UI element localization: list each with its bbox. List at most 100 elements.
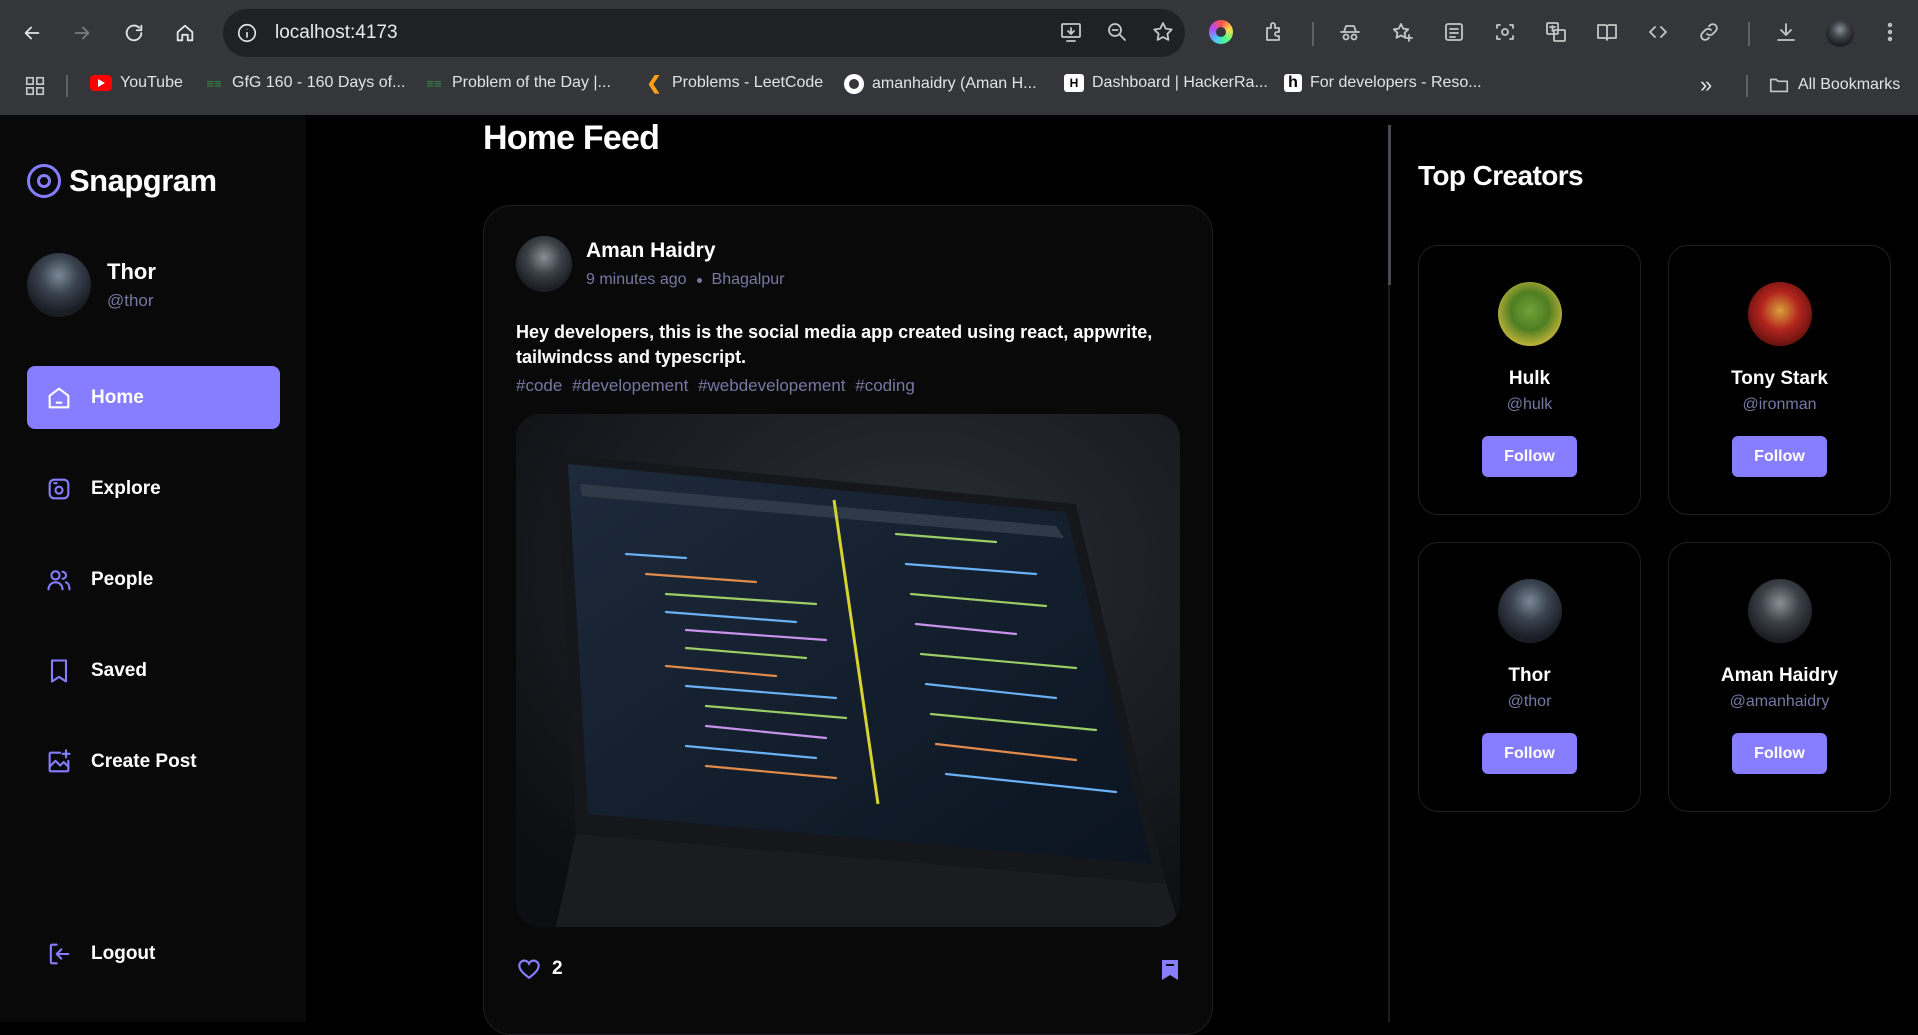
star-icon[interactable] bbox=[1151, 20, 1177, 46]
creator-card-hulk[interactable]: Hulk @hulk Follow bbox=[1418, 245, 1641, 515]
code-icon[interactable] bbox=[1646, 20, 1672, 46]
creator-name: Hulk bbox=[1508, 368, 1551, 389]
sidebar-item-label: Saved bbox=[91, 659, 147, 681]
apps-grid-icon[interactable] bbox=[24, 75, 46, 97]
creator-card-tony-stark[interactable]: Tony Stark @ironman Follow bbox=[1668, 245, 1891, 515]
page-title: Home Feed bbox=[483, 119, 660, 157]
link-icon[interactable] bbox=[1697, 20, 1723, 46]
left-sidebar: Snapgram Thor @thor Home Explore People … bbox=[0, 115, 306, 1022]
author-avatar[interactable] bbox=[516, 236, 572, 292]
browser-profile-avatar[interactable] bbox=[1826, 19, 1854, 47]
color-picker-extension-icon[interactable] bbox=[1209, 20, 1235, 46]
screenshot-icon[interactable] bbox=[1493, 20, 1519, 46]
bookmark-gfg-160[interactable]: ≡≡ GfG 160 - 160 Days of... bbox=[204, 74, 405, 92]
avatar bbox=[27, 253, 91, 317]
creator-card-aman-haidry[interactable]: Aman Haidry @amanhaidry Follow bbox=[1668, 542, 1891, 812]
forward-button[interactable] bbox=[62, 13, 102, 53]
gfg-icon: ≡≡ bbox=[206, 75, 222, 91]
hashtag[interactable]: #developement bbox=[572, 376, 688, 395]
logout-button[interactable]: Logout bbox=[27, 922, 280, 985]
arrow-right-icon bbox=[74, 26, 90, 40]
sidebar-item-create-post[interactable]: Create Post bbox=[27, 730, 280, 793]
bookmark-icon bbox=[50, 658, 68, 683]
translate-icon[interactable] bbox=[1544, 20, 1570, 46]
creator-card-thor[interactable]: Thor @thor Follow bbox=[1418, 542, 1641, 812]
toolbar-separator bbox=[1748, 22, 1750, 46]
sidebar-item-label: Home bbox=[91, 386, 144, 408]
avatar bbox=[1748, 282, 1812, 346]
user-profile-link[interactable]: Thor @thor bbox=[27, 253, 156, 317]
site-info-icon[interactable] bbox=[233, 19, 261, 47]
logout-label: Logout bbox=[91, 942, 156, 964]
address-bar[interactable]: localhost:4173 bbox=[223, 9, 1185, 57]
download-icon[interactable] bbox=[1774, 20, 1800, 46]
bookmark-leetcode[interactable]: ❮ Problems - LeetCode bbox=[644, 72, 824, 93]
more-bookmarks-icon[interactable]: » bbox=[1700, 72, 1712, 98]
people-icon bbox=[47, 569, 71, 590]
bookmark-label: YouTube bbox=[120, 74, 183, 91]
url-text[interactable]: localhost:4173 bbox=[275, 22, 398, 44]
follow-button[interactable]: Follow bbox=[1732, 733, 1827, 774]
menu-dots-icon[interactable] bbox=[1878, 20, 1904, 46]
avatar bbox=[1498, 579, 1562, 643]
bookmark-gfg-potd[interactable]: ≡≡ Problem of the Day |... bbox=[424, 74, 610, 92]
follow-button[interactable]: Follow bbox=[1482, 733, 1577, 774]
logout-icon bbox=[49, 943, 70, 964]
reading-list-icon[interactable] bbox=[1442, 20, 1468, 46]
bookmark-label: For developers - Reso... bbox=[1310, 74, 1482, 91]
reader-mode-icon[interactable] bbox=[1595, 20, 1621, 46]
follow-button[interactable]: Follow bbox=[1482, 436, 1577, 477]
sidebar-item-people[interactable]: People bbox=[27, 548, 280, 611]
sidebar-item-saved[interactable]: Saved bbox=[27, 639, 280, 702]
creator-name: Tony Stark bbox=[1731, 368, 1828, 389]
leetcode-icon: ❮ bbox=[646, 72, 662, 93]
logo-text: Snapgram bbox=[69, 163, 217, 198]
meta-separator-dot bbox=[696, 277, 702, 283]
sidebar-item-explore[interactable]: Explore bbox=[27, 457, 280, 520]
post-card: Aman Haidry 9 minutes ago Bhagalpur Hey … bbox=[483, 205, 1213, 1035]
sidebar-item-label: Create Post bbox=[91, 750, 197, 772]
post-location: Bhagalpur bbox=[711, 271, 785, 288]
hashtag[interactable]: #code bbox=[516, 376, 562, 395]
extensions-icon[interactable] bbox=[1262, 20, 1288, 46]
like-count: 2 bbox=[552, 958, 563, 979]
post-time: 9 minutes ago bbox=[586, 271, 687, 288]
post-meta: 9 minutes ago Bhagalpur bbox=[586, 271, 784, 289]
bookmark-label: amanhaidry (Aman H... bbox=[872, 75, 1037, 92]
post-image[interactable] bbox=[516, 414, 1180, 927]
avatar bbox=[1748, 579, 1812, 643]
browser-toolbar: localhost:4173 bbox=[0, 0, 1918, 66]
favorites-icon[interactable] bbox=[1390, 20, 1416, 46]
reload-button[interactable] bbox=[114, 13, 154, 53]
install-app-icon[interactable] bbox=[1059, 20, 1085, 46]
house-icon bbox=[176, 24, 194, 42]
incognito-icon[interactable] bbox=[1338, 20, 1364, 46]
follow-button[interactable]: Follow bbox=[1732, 436, 1827, 477]
app-logo[interactable]: Snapgram bbox=[27, 163, 217, 199]
heart-icon[interactable] bbox=[516, 956, 542, 982]
zoom-icon[interactable] bbox=[1105, 20, 1131, 46]
bookmark-separator bbox=[66, 75, 68, 97]
bookmark-github[interactable]: amanhaidry (Aman H... bbox=[844, 74, 1037, 94]
youtube-icon bbox=[90, 75, 112, 91]
bookmark-hackerrank[interactable]: H Dashboard | HackerRa... bbox=[1064, 74, 1268, 92]
home-browser-button[interactable] bbox=[165, 13, 205, 53]
user-name: Thor bbox=[107, 259, 156, 284]
scrollbar-thumb[interactable] bbox=[1388, 125, 1391, 285]
post-header: Aman Haidry 9 minutes ago Bhagalpur bbox=[516, 236, 784, 292]
save-post-button[interactable] bbox=[1160, 958, 1182, 982]
all-bookmarks-button[interactable]: All Bookmarks bbox=[1768, 74, 1900, 96]
all-bookmarks-label: All Bookmarks bbox=[1798, 76, 1901, 93]
snapgram-logo-icon bbox=[27, 164, 61, 198]
back-button[interactable] bbox=[12, 13, 52, 53]
sidebar-item-home[interactable]: Home bbox=[27, 366, 280, 429]
post-author-name[interactable]: Aman Haidry bbox=[586, 239, 784, 263]
bookmark-label: Problems - LeetCode bbox=[672, 74, 824, 91]
post-tags: #code #developement #webdevelopement #co… bbox=[516, 376, 920, 396]
resource-icon: h bbox=[1284, 74, 1302, 92]
hashtag[interactable]: #webdevelopement bbox=[698, 376, 845, 395]
creator-handle: @thor bbox=[1507, 693, 1552, 710]
hashtag[interactable]: #coding bbox=[855, 376, 915, 395]
bookmark-resources[interactable]: h For developers - Reso... bbox=[1284, 74, 1482, 92]
bookmark-youtube[interactable]: YouTube bbox=[90, 74, 183, 92]
